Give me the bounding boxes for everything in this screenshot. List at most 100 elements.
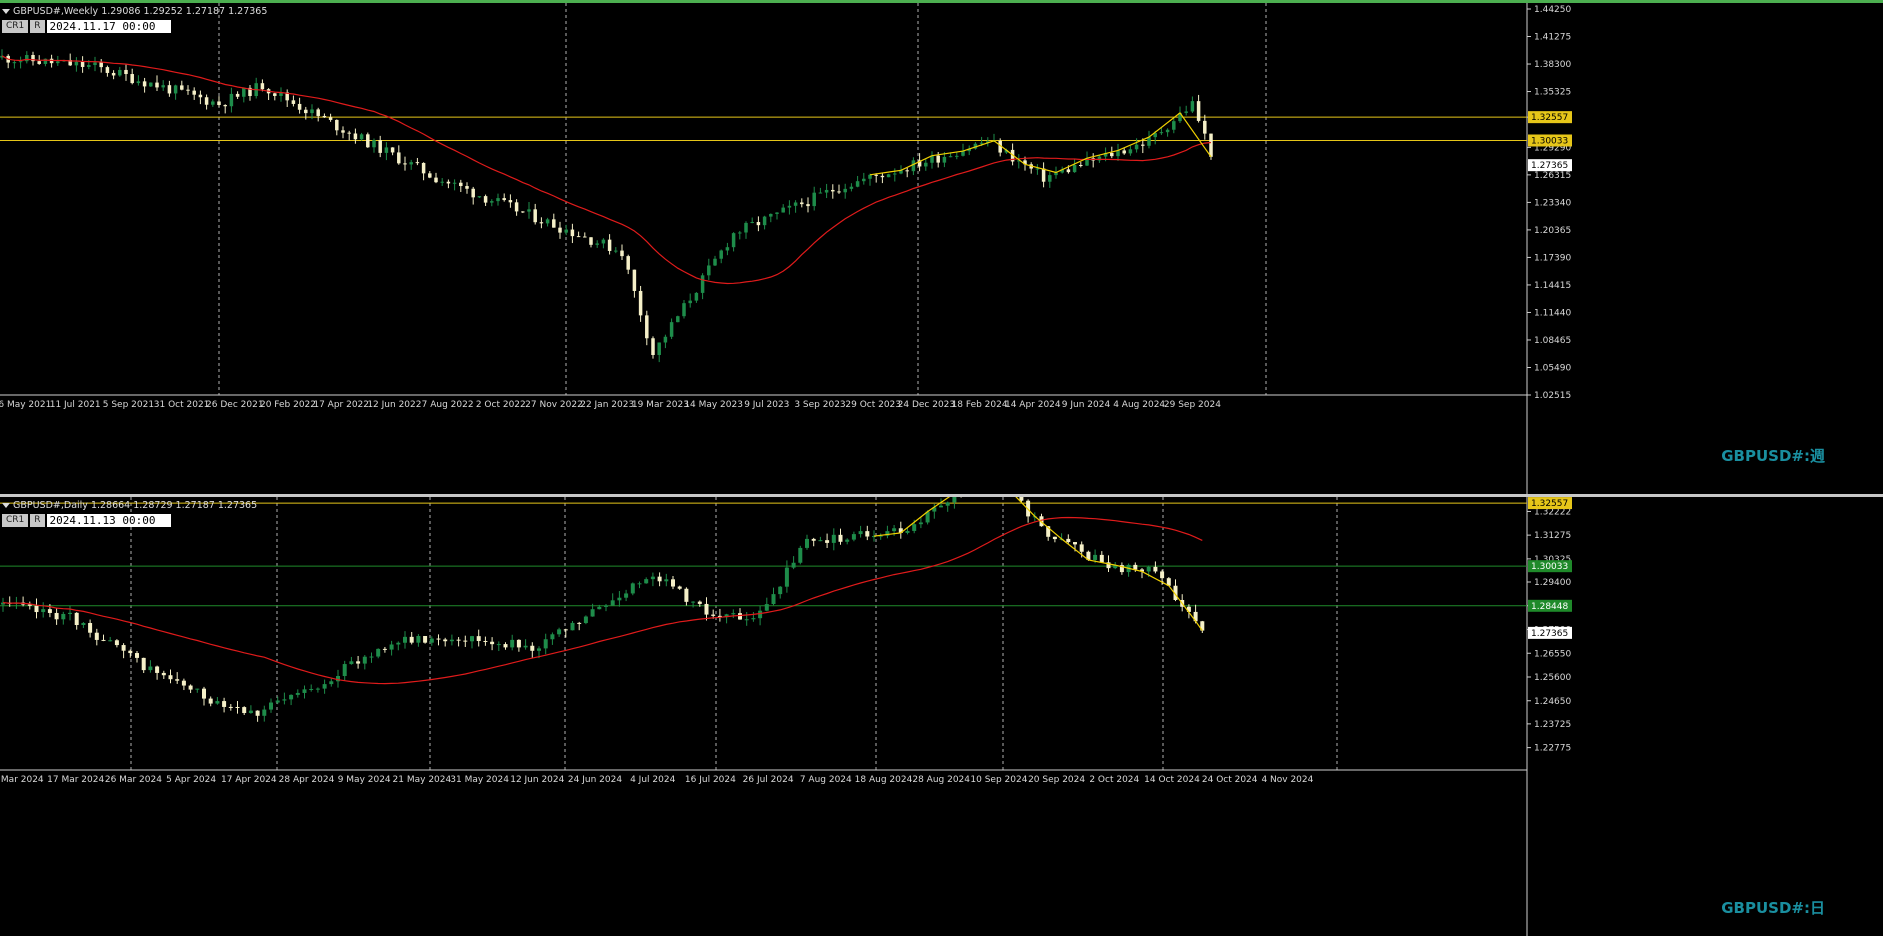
candle-body	[543, 639, 548, 649]
candle-body	[87, 65, 91, 67]
candle-body	[465, 186, 469, 189]
candle-body	[671, 579, 675, 587]
candle-body	[805, 538, 809, 548]
candle-body	[939, 505, 943, 508]
candle-body	[362, 656, 367, 664]
candle-body	[74, 61, 79, 66]
x-tick-label: 12 Jun 2022	[367, 400, 421, 410]
candle-body	[664, 579, 669, 582]
candle-body	[595, 243, 599, 245]
y-tick-label: 1.31275	[1534, 531, 1571, 541]
x-tick-label: 27 Nov 2022	[525, 400, 583, 410]
daily-datetime-field[interactable]: 2024.11.13 00:00	[46, 514, 171, 527]
candle-body	[824, 189, 829, 193]
weekly-badges: CR1 R 2024.11.17 00:00	[2, 20, 171, 33]
candle-body	[372, 140, 376, 148]
candle-body	[322, 115, 327, 118]
daily-chart-pane[interactable]: 1.341251.331751.322221.312751.303251.294…	[0, 497, 1883, 936]
candle-body	[81, 623, 86, 626]
candle-body	[155, 666, 160, 673]
candle-body	[1190, 101, 1195, 112]
candle-body	[149, 82, 153, 87]
candle-body	[415, 162, 420, 164]
weekly-chart-canvas[interactable]: 1.442501.412751.383001.353251.325571.292…	[0, 3, 1883, 494]
candle-body	[924, 162, 928, 167]
candle-body	[341, 130, 345, 133]
candle-body	[429, 638, 434, 643]
daily-badge-cr1[interactable]: CR1	[2, 514, 29, 527]
daily-badge-r[interactable]: R	[30, 514, 45, 527]
y-tick-label: 1.35325	[1534, 88, 1571, 98]
candle-body	[731, 613, 736, 615]
candle-body	[297, 103, 302, 110]
candle-body	[175, 679, 180, 681]
candle-body	[94, 632, 99, 640]
candle-body	[590, 609, 595, 617]
candle-body	[289, 694, 294, 700]
candle-body	[490, 201, 494, 203]
candle-body	[471, 188, 475, 198]
candle-body	[558, 227, 562, 233]
candle-body	[1203, 120, 1207, 134]
candle-body	[955, 155, 959, 157]
candle-body	[650, 576, 655, 580]
candle-body	[1165, 129, 1170, 133]
candle-body	[614, 250, 618, 252]
y-tick-label: 1.26550	[1534, 649, 1571, 659]
candle-body	[215, 701, 220, 704]
collapse-triangle-icon[interactable]	[2, 503, 10, 508]
candle-body	[384, 147, 389, 153]
candle-body	[806, 204, 810, 207]
weekly-chart-pane[interactable]: 1.442501.412751.383001.353251.325571.292…	[0, 0, 1883, 494]
candle-body	[262, 709, 267, 716]
candle-body	[626, 256, 630, 270]
candle-body	[1184, 111, 1188, 113]
candle-body	[342, 664, 347, 676]
candle-body	[275, 700, 280, 703]
x-tick-label: 29 Sep 2024	[1164, 400, 1221, 410]
x-tick-label: 17 Apr 2024	[221, 775, 277, 785]
candle-body	[508, 200, 513, 203]
candle-body	[781, 207, 785, 213]
weekly-symbol-header: GBPUSD#,Weekly 1.29086 1.29252 1.27187 1…	[2, 6, 267, 17]
candle-body	[725, 247, 730, 251]
weekly-badge-r[interactable]: R	[30, 20, 45, 33]
candle-body	[751, 618, 756, 620]
candle-body	[242, 707, 247, 714]
weekly-datetime-field[interactable]: 2024.11.17 00:00	[46, 20, 171, 33]
candle-body	[235, 93, 240, 97]
candle-body	[831, 189, 835, 192]
y-tick-label: 1.44250	[1534, 5, 1571, 15]
candle-body	[657, 342, 661, 356]
candle-body	[161, 672, 166, 676]
candle-body	[155, 82, 159, 88]
weekly-badge-cr1[interactable]: CR1	[2, 20, 29, 33]
candle-body	[128, 650, 133, 654]
candle-body	[638, 290, 643, 316]
candle-body	[409, 162, 413, 165]
candle-body	[570, 229, 575, 237]
y-tick-label: 1.05490	[1534, 363, 1571, 373]
candle-body	[979, 142, 984, 144]
collapse-triangle-icon[interactable]	[2, 9, 10, 14]
candle-body	[868, 174, 872, 179]
candle-body	[1066, 169, 1071, 173]
candle-body	[304, 109, 308, 114]
candle-body	[1099, 554, 1104, 563]
candle-body	[838, 534, 843, 542]
candle-body	[719, 250, 723, 259]
candle-body	[775, 212, 779, 214]
candle-body	[1146, 566, 1151, 572]
y-tick-label: 1.22775	[1534, 744, 1571, 754]
daily-chart-canvas[interactable]: 1.341251.331751.322221.312751.303251.294…	[0, 497, 1883, 936]
candle-body	[135, 653, 139, 658]
candle-body	[12, 62, 17, 64]
candle-body	[845, 539, 850, 542]
x-tick-label: 9 Jun 2024	[1062, 400, 1111, 410]
candle-body	[1172, 121, 1176, 130]
candle-body	[356, 661, 361, 664]
candle-body	[421, 162, 426, 174]
candle-body	[818, 540, 823, 542]
candle-body	[198, 94, 203, 98]
candle-body	[309, 688, 314, 690]
